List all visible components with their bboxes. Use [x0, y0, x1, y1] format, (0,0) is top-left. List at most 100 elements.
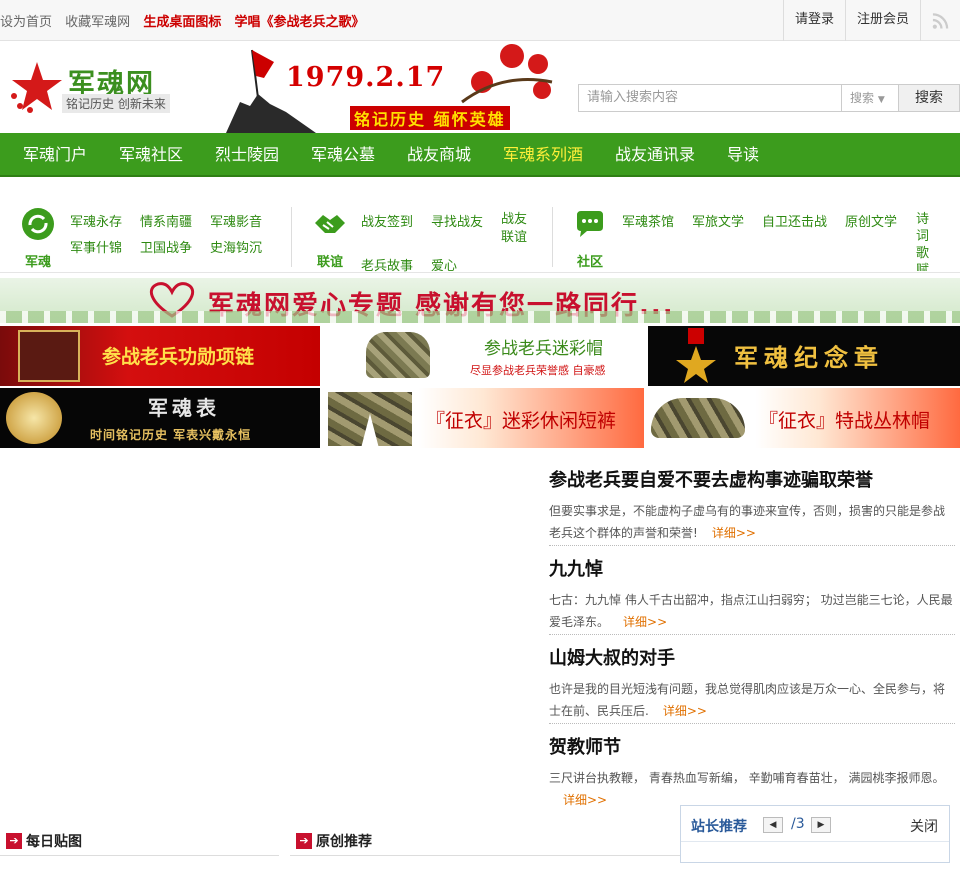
sub-nav: 军魂 军魂永存 情系南疆 军魂影音 军事什锦 卫国战争 史海钩沉 联谊 战友签到… — [0, 195, 960, 274]
register-link[interactable]: 注册会员 — [844, 0, 920, 41]
ad-subtitle: 时间铭记历史 军表兴戴永恒 — [90, 428, 252, 442]
ad-title: 『征衣』迷彩休闲短裤 — [426, 410, 617, 432]
sing-song-link[interactable]: 学唱《参战老兵之歌》 — [234, 15, 364, 30]
subnav-link[interactable]: 情系南疆 — [140, 211, 192, 230]
nav-item-shop[interactable]: 战友商城 — [407, 133, 471, 177]
article-title[interactable]: 九九悼 — [549, 555, 955, 581]
recommend-float-box: 站长推荐 ◀ /3 ▶ 关闭 — [680, 805, 950, 863]
ad-military-watch[interactable]: 军魂表 时间铭记历史 军表兴戴永恒 — [0, 388, 320, 448]
junhun-group-icon[interactable]: 军魂 — [18, 207, 58, 270]
nav-item-community[interactable]: 军魂社区 — [119, 133, 183, 177]
ad-title: 军魂纪念章 — [734, 343, 884, 372]
section-daily-pic: ➔ 每日贴图 — [0, 828, 279, 856]
nav-item-directory[interactable]: 战友通讯录 — [615, 133, 695, 177]
article-summary: 也许是我的目光短浅有问题，我总觉得肌肉应该是万众一心、全民参与，将士在前、民兵压… — [549, 678, 955, 722]
search-type-label: 搜索 — [850, 91, 875, 105]
section-original: ➔ 原创推荐 — [290, 828, 680, 856]
main-nav: 军魂门户 军魂社区 烈士陵园 军魂公墓 战友商城 军魂系列酒 战友通讯录 导读 — [0, 133, 960, 177]
divider — [291, 207, 292, 267]
subnav-link[interactable]: 军魂茶馆 — [622, 211, 674, 230]
article-title[interactable]: 贺教师节 — [549, 733, 955, 759]
divider — [552, 207, 553, 267]
chevron-down-icon: ▼ — [877, 95, 885, 105]
article-item: 参战老兵要自爱不要去虚构事迹骗取荣誉 但要实事求是，不能虚构子虚乌有的事迹来宣传… — [549, 466, 955, 546]
ad-commemorative-badge[interactable]: 军魂纪念章 — [648, 326, 960, 386]
arrow-right-icon: ➔ — [296, 833, 312, 849]
arrow-right-icon: ➔ — [6, 833, 22, 849]
lianyi-group-label: 联谊 — [316, 255, 343, 270]
top-bar: 设为首页 收藏军魂网 生成桌面图标 学唱《参战老兵之歌》 请登录 注册会员 — [0, 0, 960, 41]
ad-camo-cap[interactable]: 参战老兵迷彩帽 尽显参战老兵荣誉感 自豪感 — [322, 326, 647, 386]
desktop-icon-link[interactable]: 生成桌面图标 — [143, 15, 221, 30]
search-button[interactable]: 搜索 — [899, 84, 960, 112]
article-more-link[interactable]: 详细>> — [712, 526, 756, 540]
search-input[interactable]: 请输入搜索内容 — [578, 84, 841, 112]
handshake-icon — [315, 215, 345, 233]
subnav-link[interactable]: 战友联谊 — [501, 211, 531, 247]
shequ-group-icon[interactable]: 社区 — [570, 207, 610, 270]
camo-shorts-icon — [328, 392, 412, 446]
article-body: 七古：九九悼 伟人千古出韶冲，指点江山扫弱穷； 功过岂能三七论，人民最爱毛泽东。 — [549, 593, 953, 629]
search-bar: 请输入搜索内容 搜索 ▼ 搜索 — [578, 84, 960, 112]
article-item: 九九悼 七古：九九悼 伟人千古出韶冲，指点江山扫弱穷； 功过岂能三七论，人民最爱… — [549, 555, 955, 635]
ad-jungle-hat[interactable]: 『征衣』特战丛林帽 — [645, 388, 960, 448]
article-title[interactable]: 参战老兵要自爱不要去虚构事迹骗取荣誉 — [549, 466, 955, 492]
nav-item-liquor[interactable]: 军魂系列酒 — [503, 133, 583, 177]
subnav-link[interactable]: 寻找战友 — [431, 211, 483, 230]
subnav-link[interactable]: 老兵故事 — [361, 255, 413, 274]
medal-box-icon — [18, 330, 80, 382]
subnav-link[interactable]: 军魂影音 — [210, 211, 262, 230]
refresh-icon — [22, 208, 54, 240]
junhun-group-label: 军魂 — [24, 255, 51, 270]
article-more-link[interactable]: 详细>> — [663, 704, 707, 718]
ad-subtitle: 尽显参战老兵荣誉感 自豪感 — [470, 364, 606, 377]
subnav-link[interactable]: 原创文学 — [845, 211, 897, 230]
nav-item-memorial[interactable]: 军魂公墓 — [311, 133, 375, 177]
love-topic-banner[interactable]: 军魂网爱心专题 感谢有您一路同行... — [0, 278, 960, 323]
nav-item-portal[interactable]: 军魂门户 — [23, 133, 87, 177]
anniversary-banner[interactable]: 1979.2.17 铭记历史 缅怀英雄 — [216, 42, 560, 133]
subnav-link[interactable]: 诗词歌赋 — [916, 211, 932, 271]
article-summary: 七古：九九悼 伟人千古出韶冲，指点江山扫弱穷； 功过岂能三七论，人民最爱毛泽东。… — [549, 589, 955, 633]
favorite-link[interactable]: 收藏军魂网 — [65, 15, 130, 30]
subnav-link[interactable]: 军事什锦 — [70, 237, 122, 256]
login-link[interactable]: 请登录 — [782, 0, 845, 41]
subnav-link[interactable]: 军旅文学 — [692, 211, 744, 230]
section-title[interactable]: 原创推荐 — [316, 831, 372, 851]
next-page-button[interactable]: ▶ — [811, 817, 831, 833]
chat-bubble-icon — [577, 211, 603, 237]
badge-icon — [676, 328, 716, 383]
section-title[interactable]: 每日贴图 — [26, 831, 82, 851]
lianyi-group-icon[interactable]: 联谊 — [310, 207, 350, 270]
close-button[interactable]: 关闭 — [910, 816, 938, 836]
star-logo-icon — [11, 62, 62, 113]
subnav-link[interactable]: 史海钩沉 — [210, 237, 262, 256]
article-item: 贺教师节 三尺讲台执教鞭， 青春热血写新编， 辛勤哺育春苗壮， 满园桃李报师恩。… — [549, 733, 955, 807]
set-home-link[interactable]: 设为首页 — [0, 15, 52, 30]
article-more-link[interactable]: 详细>> — [623, 615, 667, 629]
subnav-link[interactable]: 军魂永存 — [70, 211, 122, 230]
article-body: 三尺讲台执教鞭， 青春热血写新编， 辛勤哺育春苗壮， 满园桃李报师恩。 — [549, 771, 945, 785]
search-type-select[interactable]: 搜索 ▼ — [841, 84, 899, 112]
top-links: 设为首页 收藏军魂网 生成桌面图标 学唱《参战老兵之歌》 — [0, 11, 373, 30]
ad-camo-shorts[interactable]: 『征衣』迷彩休闲短裤 — [322, 388, 644, 448]
nav-item-guide[interactable]: 导读 — [727, 133, 759, 177]
camo-cap-icon — [366, 332, 430, 378]
prev-page-button[interactable]: ◀ — [763, 817, 783, 833]
subnav-link[interactable]: 卫国战争 — [140, 237, 192, 256]
article-more-link[interactable]: 详细>> — [563, 793, 607, 807]
shequ-group-label: 社区 — [576, 255, 603, 270]
subnav-link[interactable]: 爱心 — [431, 255, 457, 274]
site-logo[interactable]: 军魂网 铭记历史 创新未来 — [6, 60, 176, 120]
rss-icon[interactable] — [920, 0, 960, 41]
logo-slogan: 铭记历史 创新未来 — [62, 94, 170, 113]
ad-medal-necklace[interactable]: 参战老兵功勋项链 — [0, 326, 320, 386]
article-title[interactable]: 山姆大叔的对手 — [549, 644, 955, 670]
subnav-group-lianyi: 联谊 战友签到 寻找战友 战友联谊 老兵故事 爱心 — [310, 195, 540, 274]
flower-icon — [461, 44, 553, 104]
subnav-link[interactable]: 战友签到 — [361, 211, 413, 230]
nav-item-cemetery[interactable]: 烈士陵园 — [215, 133, 279, 177]
banner-date: 1979.2.17 — [286, 62, 446, 93]
subnav-link[interactable]: 自卫还击战 — [762, 211, 827, 230]
article-item: 山姆大叔的对手 也许是我的目光短浅有问题，我总觉得肌肉应该是万众一心、全民参与，… — [549, 644, 955, 724]
